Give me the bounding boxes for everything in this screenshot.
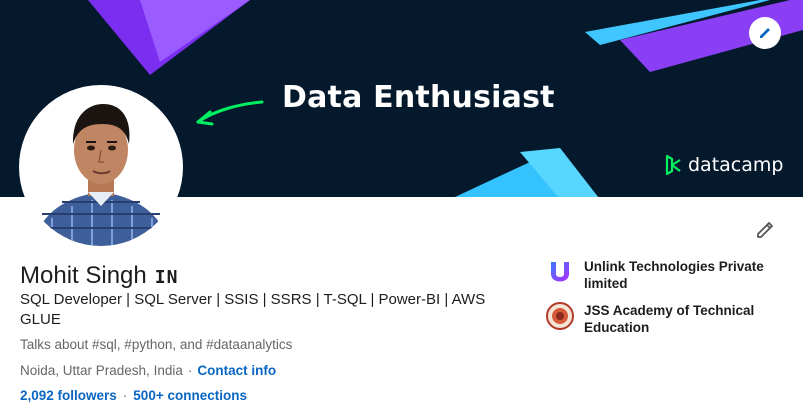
arrow-head-icon [196, 110, 214, 126]
school-logo [546, 302, 574, 330]
contact-info-link[interactable]: Contact info [197, 363, 276, 378]
followers-link[interactable]: 2,092 followers [20, 388, 117, 403]
arrow-icon [196, 100, 264, 124]
edit-banner-button[interactable] [749, 17, 781, 49]
location-row: Noida, Uttar Pradesh, India · Contact in… [20, 363, 276, 378]
education-item[interactable]: JSS Academy of Technical Education [546, 302, 786, 336]
datacamp-wordmark: datacamp [688, 154, 784, 176]
banner-headline: Data Enthusiast [282, 80, 555, 115]
company-name: Unlink Technologies Private limited [584, 259, 764, 291]
avatar[interactable] [19, 85, 183, 249]
school-name: JSS Academy of Technical Education [584, 303, 755, 335]
separator-dot: · [187, 363, 193, 378]
location-text: Noida, Uttar Pradesh, India [20, 363, 183, 378]
pronoun-badge: IN [154, 267, 179, 288]
profile-card: Data Enthusiast datacamp Mohit Singh IN … [0, 0, 803, 409]
pencil-icon [757, 222, 773, 238]
connections-link[interactable]: 500+ connections [133, 388, 247, 403]
unlink-logo-icon [551, 262, 569, 282]
separator-dot: · [122, 388, 128, 403]
talks-about: Talks about #sql, #python, and #dataanal… [20, 337, 293, 352]
name-row: Mohit Singh IN [20, 262, 178, 290]
experience-summary: Unlink Technologies Private limited JSS … [546, 258, 786, 346]
profile-headline: SQL Developer | SQL Server | SSIS | SSRS… [20, 291, 486, 328]
current-company-item[interactable]: Unlink Technologies Private limited [546, 258, 786, 292]
pencil-icon [760, 28, 770, 38]
profile-name: Mohit Singh [20, 262, 147, 289]
edit-intro-button[interactable] [751, 216, 779, 244]
datacamp-logo: datacamp [664, 154, 783, 176]
jss-logo-icon [546, 302, 574, 330]
stats-row: 2,092 followers · 500+ connections [20, 388, 247, 403]
company-logo [546, 258, 574, 286]
datacamp-icon [665, 154, 681, 176]
profile-photo [22, 88, 180, 246]
